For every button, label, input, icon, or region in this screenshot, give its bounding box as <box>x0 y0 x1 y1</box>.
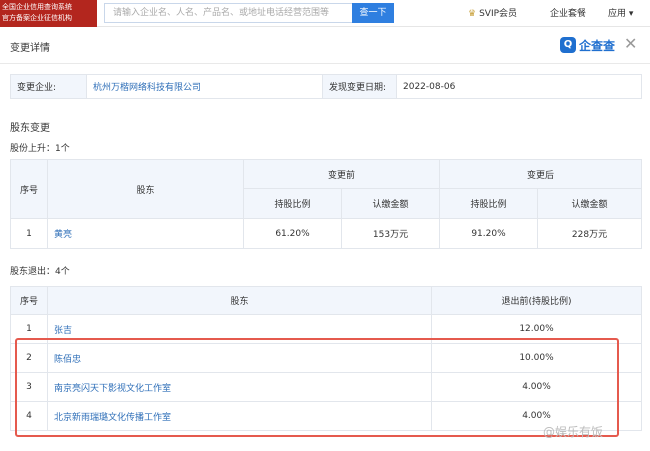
company-value: 杭州万楷网络科技有限公司 <box>86 74 323 99</box>
holder-link[interactable]: 张吉 <box>54 326 72 336</box>
top-bar: 全国企业信用查询系统 官方备案企业征信机构 请输入企业名、人名、产品名、或地址电… <box>0 0 650 27</box>
col-after-ratio: 持股比例 <box>439 188 538 219</box>
col-after-amount: 认缴金额 <box>537 188 642 219</box>
date-value: 2022-08-06 <box>396 74 642 99</box>
col-exit-ratio: 退出前(持股比例) <box>431 286 642 315</box>
col-before-ratio: 持股比例 <box>243 188 342 219</box>
row-index: 1 <box>10 218 48 249</box>
col-before: 变更前 <box>243 159 440 189</box>
col-holder: 股东 <box>47 286 432 315</box>
apps-menu[interactable]: 应用 ▾ <box>608 6 633 19</box>
modal-header: 变更详情 Q 企查查 ✕ <box>0 27 650 64</box>
date-label: 发现变更日期: <box>322 74 397 99</box>
svip-link[interactable]: ♛ SVIP会员 <box>468 6 517 19</box>
company-link[interactable]: 杭州万楷网络科技有限公司 <box>93 83 201 93</box>
holder-link[interactable]: 黄亮 <box>54 230 72 240</box>
search-button[interactable]: 查一下 <box>352 3 394 23</box>
watermark: @娱乐有饭 <box>543 425 604 439</box>
row-after-ratio: 91.20% <box>439 218 538 249</box>
col-before-amount: 认缴金额 <box>341 188 440 219</box>
increase-table: 序号 股东 变更前 变更后 持股比例 认缴金额 持股比例 认缴金额 1 黄亮 6… <box>10 159 642 249</box>
crown-icon: ♛ <box>468 9 477 19</box>
enterprise-plan-link[interactable]: 企业套餐 <box>550 6 586 19</box>
row-before-ratio: 61.20% <box>243 218 342 249</box>
brand-icon: Q <box>560 37 576 53</box>
apps-label: 应用 <box>608 9 627 19</box>
table-row: 1 黄亮 61.20% 153万元 91.20% 228万元 <box>10 218 642 249</box>
col-index: 序号 <box>10 159 48 219</box>
badge-line-1: 全国企业信用查询系统 <box>2 3 72 11</box>
brand-logo: Q 企查查 <box>560 35 615 55</box>
col-after: 变更后 <box>439 159 642 189</box>
col-index: 序号 <box>10 286 48 315</box>
highlight-box <box>15 338 619 437</box>
row-before-amount: 153万元 <box>341 218 440 249</box>
credit-badge[interactable]: 全国企业信用查询系统 官方备案企业征信机构 <box>0 0 97 27</box>
company-label: 变更企业: <box>10 74 87 99</box>
increase-subtitle: 股份上升：1个 <box>10 144 70 154</box>
exit-subtitle: 股东退出：4个 <box>10 267 70 277</box>
badge-line-2: 官方备案企业征信机构 <box>2 14 72 22</box>
svip-label: SVIP会员 <box>479 9 518 19</box>
change-info-table: 变更企业: 杭州万楷网络科技有限公司 发现变更日期: 2022-08-06 <box>10 74 642 99</box>
caret-down-icon: ▾ <box>628 9 634 19</box>
section-title: 股东变更 <box>10 123 50 134</box>
row-holder: 黄亮 <box>47 218 244 249</box>
modal-title: 变更详情 <box>10 43 50 54</box>
search-input[interactable]: 请输入企业名、人名、产品名、或地址电话经营范围等 <box>104 3 352 23</box>
col-holder: 股东 <box>47 159 244 219</box>
close-icon[interactable]: ✕ <box>624 35 637 53</box>
row-after-amount: 228万元 <box>537 218 642 249</box>
brand-name: 企查查 <box>579 38 616 53</box>
